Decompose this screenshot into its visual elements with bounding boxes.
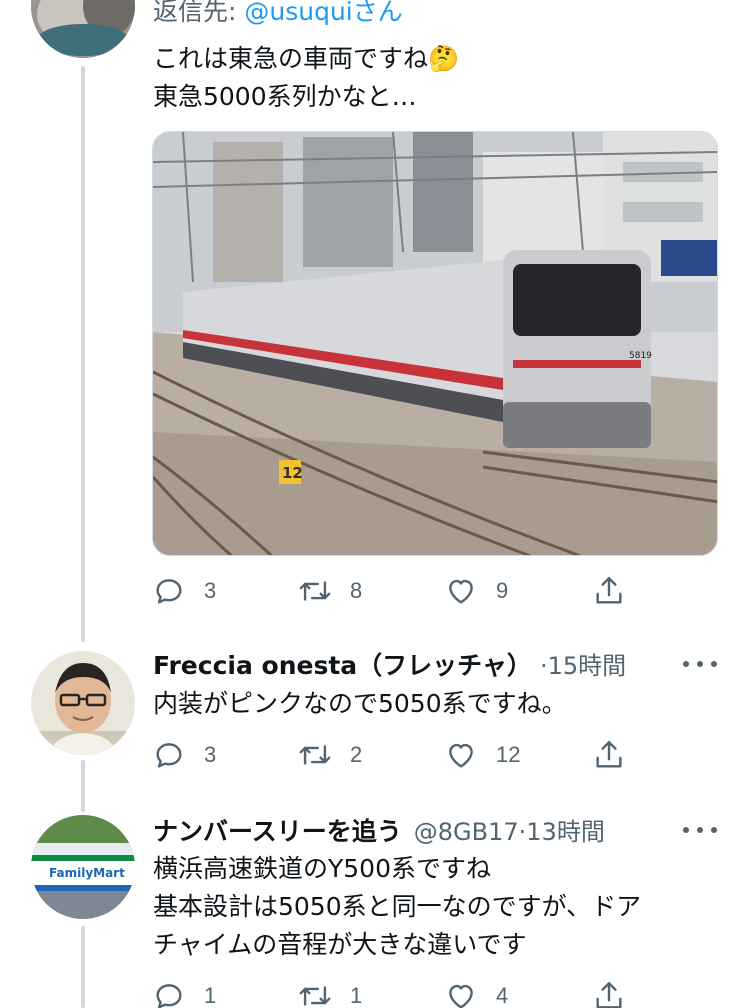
retweet-button[interactable]: 2 [298, 735, 362, 775]
train-car-number: 5819 [629, 351, 652, 361]
more-icon-dot [697, 661, 703, 667]
tweet-2-display-name[interactable]: Freccia onesta（フレッチャ） [153, 646, 532, 682]
reply-to-line: 返信先: @usuquiさん [153, 0, 403, 28]
tweet-3-display-name[interactable]: ナンバースリーを追う [153, 812, 402, 848]
more-icon-dot [697, 827, 703, 833]
thread-line-2 [81, 760, 85, 812]
tweet-3-line-2: 基本設計は5050系と同一なのですが、ドア [153, 892, 642, 921]
tweet-2-header: Freccia onesta（フレッチャ） · 15時間 [153, 646, 626, 682]
reply-to-handle-link[interactable]: @usuquiさん [244, 0, 402, 26]
like-button[interactable]: 4 [444, 976, 508, 1008]
tweet-3-line-1: 横浜高速鉄道のY500系ですね [153, 854, 491, 883]
retweet-icon [299, 745, 331, 765]
like-count: 12 [496, 742, 521, 767]
thread-line-3 [81, 926, 85, 1008]
tweet-3-handle[interactable]: @8GB17 [414, 818, 519, 846]
tweet-2-text: 内装がピンクなので5050系ですね。 [153, 685, 567, 723]
tweet-3-header: ナンバースリーを追う @8GB17 · 13時間 [153, 812, 605, 848]
like-icon [449, 579, 473, 604]
reply-to-prefix: 返信先: [153, 0, 245, 26]
more-icon-dot [711, 661, 717, 667]
more-icon-dot [683, 827, 689, 833]
share-button[interactable] [592, 735, 626, 775]
retweet-button[interactable]: 1 [298, 976, 362, 1008]
reply-icon [156, 579, 182, 604]
tweet-1-text: これは東急の車両ですね🤔 東急5000系列かなと… [153, 40, 459, 116]
reply-button[interactable]: 3 [152, 571, 216, 611]
reply-count: 1 [204, 983, 217, 1008]
tweet-1-line-2: 東急5000系列かなと… [153, 82, 417, 111]
tweet-3-line-3: チャイムの音程が大きな違いです [153, 930, 527, 959]
share-button[interactable] [592, 571, 626, 611]
retweet-icon [299, 581, 331, 601]
share-button[interactable] [592, 976, 626, 1008]
more-icon-dot [683, 661, 689, 667]
tweet-3-separator: · [518, 818, 527, 846]
tweet-2-actions: 3 2 12 [152, 735, 632, 775]
share-icon [596, 577, 622, 604]
like-count: 4 [496, 983, 509, 1008]
tweet-3-timestamp[interactable]: 13時間 [526, 812, 605, 847]
like-button[interactable]: 12 [444, 735, 520, 775]
like-count: 9 [496, 578, 509, 603]
reply-count: 3 [204, 742, 217, 767]
thread-line-1 [81, 66, 85, 642]
retweet-icon [299, 986, 331, 1006]
train-photo-illustration: 5819 12 [153, 132, 717, 555]
reply-icon [156, 984, 182, 1008]
tweet-2-line-1: 内装がピンクなので5050系ですね。 [153, 689, 567, 718]
tweet-2-timestamp[interactable]: 15時間 [548, 646, 627, 681]
retweet-count: 2 [350, 742, 363, 767]
share-icon [596, 741, 622, 768]
reply-icon [156, 743, 182, 768]
tweet-1-photo[interactable]: 5819 12 [152, 131, 718, 556]
familymart-sign-text: FamilyMart [49, 866, 125, 880]
tweet-2-separator: · [539, 652, 548, 680]
avatar-tweet-1[interactable] [31, 0, 135, 58]
more-icon-dot [711, 827, 717, 833]
like-button[interactable]: 9 [444, 571, 508, 611]
tweet-1-line-1: これは東急の車両ですね🤔 [153, 44, 460, 73]
reply-button[interactable]: 1 [152, 976, 216, 1008]
tweet-1-actions: 3 8 9 [152, 571, 632, 611]
reply-count: 3 [204, 578, 217, 603]
avatar-tweet-3[interactable]: FamilyMart [31, 815, 135, 919]
share-icon [596, 982, 622, 1008]
like-icon [449, 743, 473, 768]
retweet-count: 1 [350, 983, 363, 1008]
retweet-count: 8 [350, 578, 363, 603]
reply-button[interactable]: 3 [152, 735, 216, 775]
track-marker-sign: 12 [282, 464, 303, 482]
retweet-button[interactable]: 8 [298, 571, 362, 611]
like-icon [449, 984, 473, 1008]
tweet-3-more-button[interactable] [683, 824, 717, 836]
tweet-2-more-button[interactable] [683, 658, 717, 670]
avatar-tweet-2[interactable] [31, 651, 135, 755]
tweet-3-actions: 1 1 4 [152, 976, 632, 1008]
tweet-3-text: 横浜高速鉄道のY500系ですね 基本設計は5050系と同一なのですが、ドア チャ… [153, 850, 641, 964]
